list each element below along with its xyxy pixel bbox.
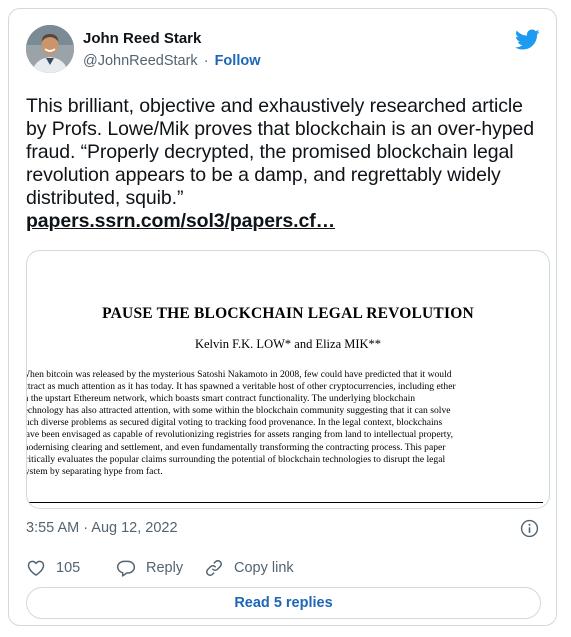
abstract-line: technology has also attracted attention,… xyxy=(26,405,451,417)
abstract-line: system by separating hype from fact. xyxy=(26,465,163,477)
handle-row: @JohnReedStark · Follow xyxy=(83,53,261,69)
like-button[interactable]: 105 xyxy=(26,556,80,580)
author-handle[interactable]: @JohnReedStark xyxy=(83,53,198,69)
media-card[interactable]: PAUSE THE BLOCKCHAIN LEGAL REVOLUTION Ke… xyxy=(26,250,550,509)
timestamp[interactable]: 3:55 AM · Aug 12, 2022 xyxy=(26,520,178,536)
read-replies-button[interactable]: Read 5 replies xyxy=(26,587,541,619)
paper-rule xyxy=(27,502,543,503)
link-icon xyxy=(206,560,222,576)
tweet-text: This brilliant, objective and exhaustive… xyxy=(26,95,546,233)
like-count: 105 xyxy=(56,560,81,576)
paper-title: PAUSE THE BLOCKCHAIN LEGAL REVOLUTION xyxy=(102,305,474,322)
twitter-bird-icon[interactable] xyxy=(515,27,540,52)
paper-abstract: When bitcoin was released by the mysteri… xyxy=(27,369,539,478)
action-bar: 105 Reply Copy link xyxy=(26,556,539,580)
info-icon[interactable] xyxy=(520,519,539,538)
abstract-line: such diverse problems as secured digital… xyxy=(26,417,443,429)
tweet-card: John Reed Stark @JohnReedStark · Follow … xyxy=(8,8,557,626)
abstract-line: in the upstart Ethereum network, which b… xyxy=(26,393,416,405)
reply-button[interactable]: Reply xyxy=(116,556,183,580)
follow-button[interactable]: Follow xyxy=(215,53,261,69)
heart-icon xyxy=(27,560,45,576)
paper-preview: PAUSE THE BLOCKCHAIN LEGAL REVOLUTION Ke… xyxy=(27,251,549,508)
reply-bubble-icon xyxy=(116,560,136,577)
tweet-header: John Reed Stark @JohnReedStark · Follow xyxy=(26,25,542,77)
copy-link-label: Copy link xyxy=(234,560,294,576)
abstract-line: modernising clearing and settlement, and… xyxy=(26,441,446,453)
tweet-body: This brilliant, objective and exhaustive… xyxy=(26,95,534,209)
abstract-line: attract as much attention as it has toda… xyxy=(26,381,456,393)
copy-link-button[interactable]: Copy link xyxy=(204,556,294,580)
reply-label: Reply xyxy=(146,560,184,576)
paper-authors: Kelvin F.K. LOW* and Eliza MIK** xyxy=(194,337,382,351)
author-name[interactable]: John Reed Stark xyxy=(83,30,201,47)
abstract-line: have been envisaged as capable of revolu… xyxy=(26,429,454,441)
timestamp-row: 3:55 AM · Aug 12, 2022 xyxy=(26,519,539,539)
abstract-line: When bitcoin was released by the mysteri… xyxy=(26,369,452,380)
avatar[interactable] xyxy=(26,25,74,73)
tweet-link[interactable]: papers.ssrn.com/sol3/papers.cf… xyxy=(26,210,546,233)
separator-dot: · xyxy=(203,53,209,69)
abstract-line: critically evaluates the popular claims … xyxy=(26,453,446,465)
